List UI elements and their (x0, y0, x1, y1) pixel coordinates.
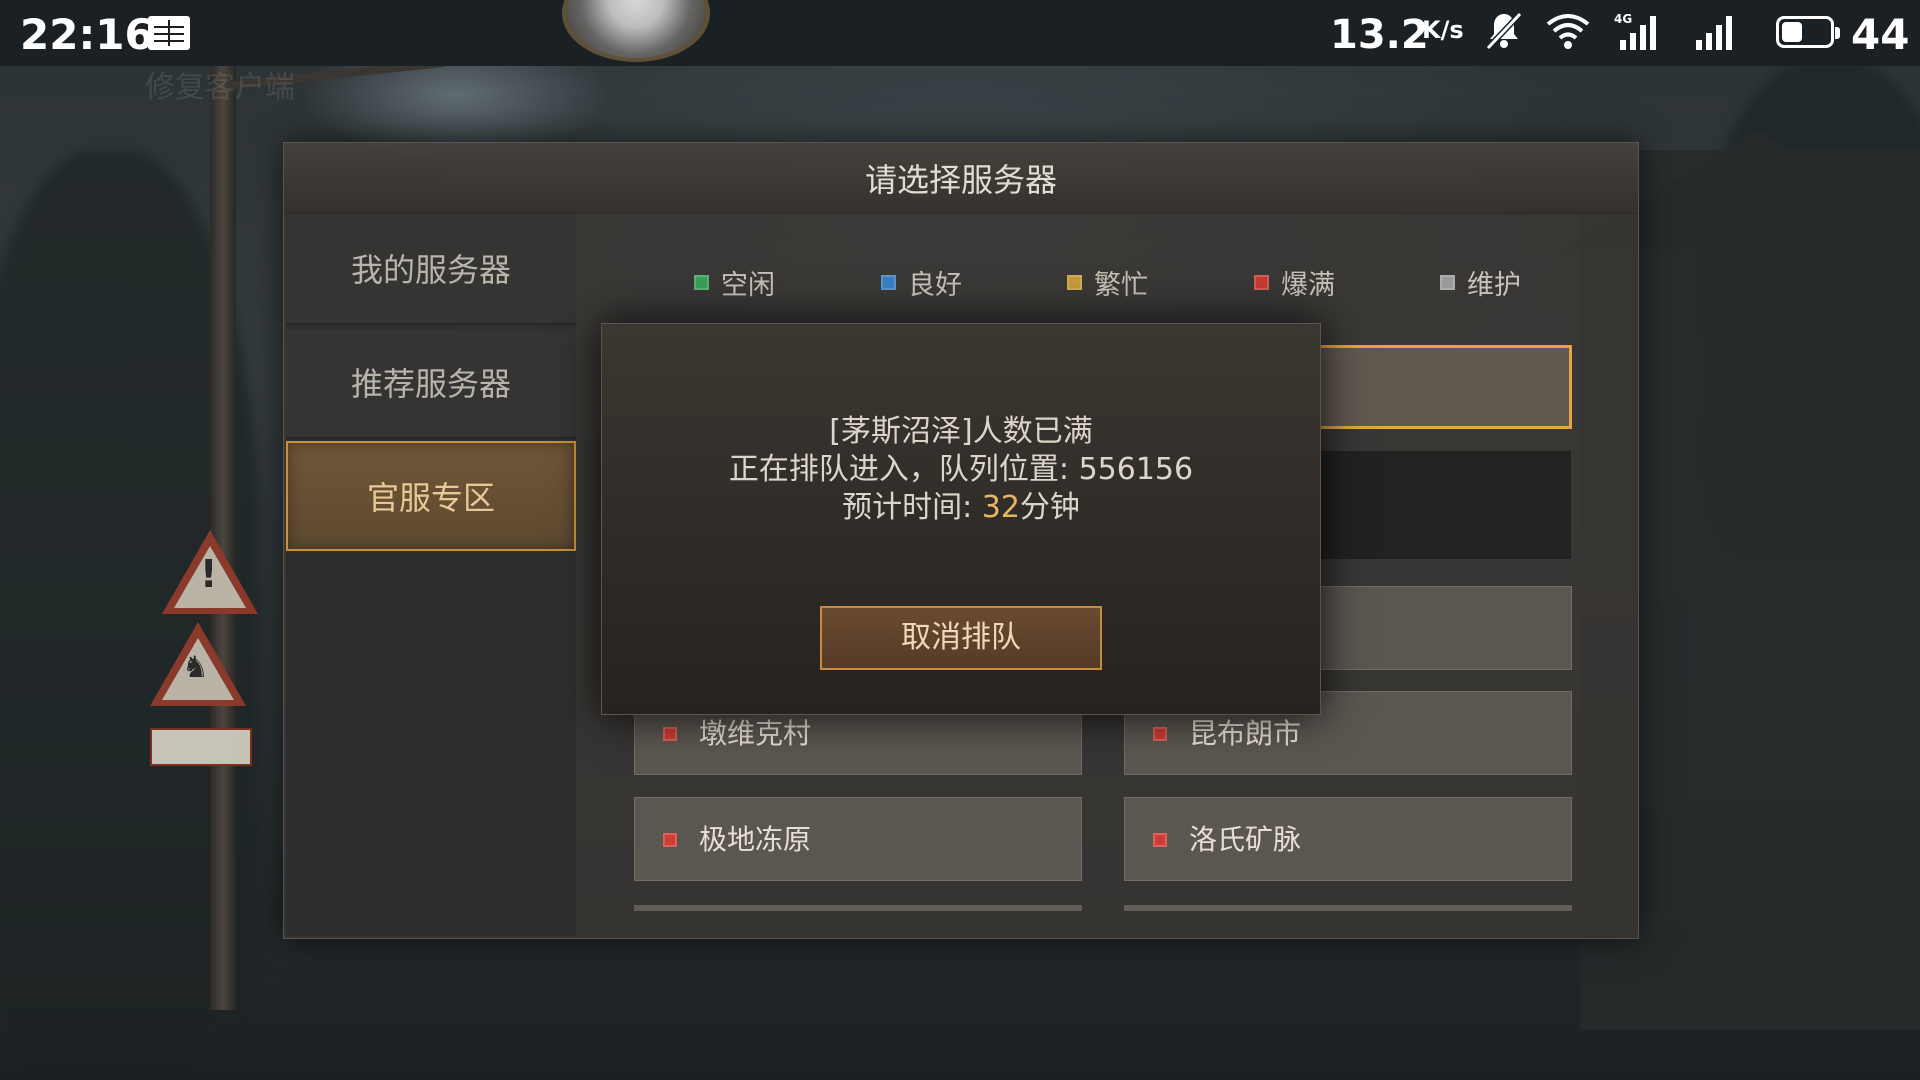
cancel-queue-button[interactable]: 取消排队 (820, 606, 1102, 670)
mute-bell-icon (1484, 10, 1524, 61)
signal-icon (1620, 14, 1656, 50)
status-dot-full (1153, 833, 1167, 847)
status-bar: 22:16 13.2 K/s 4G 44 (0, 0, 1920, 66)
exclamation-icon: ! (200, 552, 218, 596)
legend-label: 良好 (908, 270, 962, 301)
legend-swatch-maintenance (1440, 275, 1455, 290)
network-speed: 13.2 (1330, 12, 1429, 58)
queue-dialog: [茅斯沼泽]人数已满 正在排队进入，队列位置: 556156 预计时间: 32分… (601, 323, 1321, 715)
legend-label: 繁忙 (1094, 270, 1148, 301)
status-legend: 空闲 良好 繁忙 爆满 维护 (284, 263, 1638, 303)
estimated-time-line: 预计时间: 32分钟 (602, 482, 1320, 526)
estimated-time-value: 32 (981, 490, 1020, 525)
legend-maintenance: 维护 (1440, 263, 1521, 302)
legend-swatch-good (881, 275, 896, 290)
signal-icon (1696, 14, 1732, 50)
legend-busy: 繁忙 (1067, 263, 1148, 302)
server-name: 墩维克村 (699, 717, 812, 750)
legend-swatch-idle (694, 275, 709, 290)
estimated-time-label: 预计时间: (842, 490, 982, 525)
legend-swatch-full (1254, 275, 1269, 290)
list-edge (634, 905, 1082, 911)
legend-label: 爆满 (1281, 270, 1335, 301)
network-speed-unit: K/s (1422, 16, 1464, 44)
legend-idle: 空闲 (694, 263, 775, 302)
watermark-text: 修复客户端 (145, 70, 295, 105)
battery-icon (1776, 16, 1840, 48)
battery-fill (1782, 22, 1803, 42)
status-dot-full (663, 727, 677, 741)
estimated-time-unit: 分钟 (1019, 490, 1080, 525)
server-card-jidi[interactable]: 极地冻原 (634, 797, 1082, 881)
battery-percent: 44 (1851, 10, 1910, 59)
status-time: 22:16 (20, 10, 154, 59)
road-sign-plate (150, 728, 252, 766)
legend-label: 空闲 (721, 270, 775, 301)
legend-full: 爆满 (1254, 263, 1335, 302)
book-icon (148, 16, 190, 50)
legend-label: 维护 (1467, 270, 1521, 301)
server-name: 昆布朗市 (1189, 717, 1302, 750)
avatar[interactable] (562, 0, 710, 62)
legend-swatch-busy (1067, 275, 1082, 290)
server-card-luoshi[interactable]: 洛氏矿脉 (1124, 797, 1572, 881)
status-dot-full (1153, 727, 1167, 741)
deer-icon: ♞ (182, 650, 209, 685)
panel-title: 请选择服务器 (284, 143, 1638, 214)
list-edge (1124, 905, 1572, 911)
tab-official-servers[interactable]: 官服专区 (286, 441, 576, 551)
tab-recommended-servers[interactable]: 推荐服务器 (286, 329, 576, 439)
status-dot-full (663, 833, 677, 847)
server-category-sidebar: 我的服务器 推荐服务器 官服专区 (286, 215, 576, 936)
server-name: 极地冻原 (699, 823, 812, 856)
server-name: 洛氏矿脉 (1189, 823, 1302, 856)
legend-good: 良好 (881, 263, 962, 302)
wifi-icon (1544, 10, 1592, 61)
